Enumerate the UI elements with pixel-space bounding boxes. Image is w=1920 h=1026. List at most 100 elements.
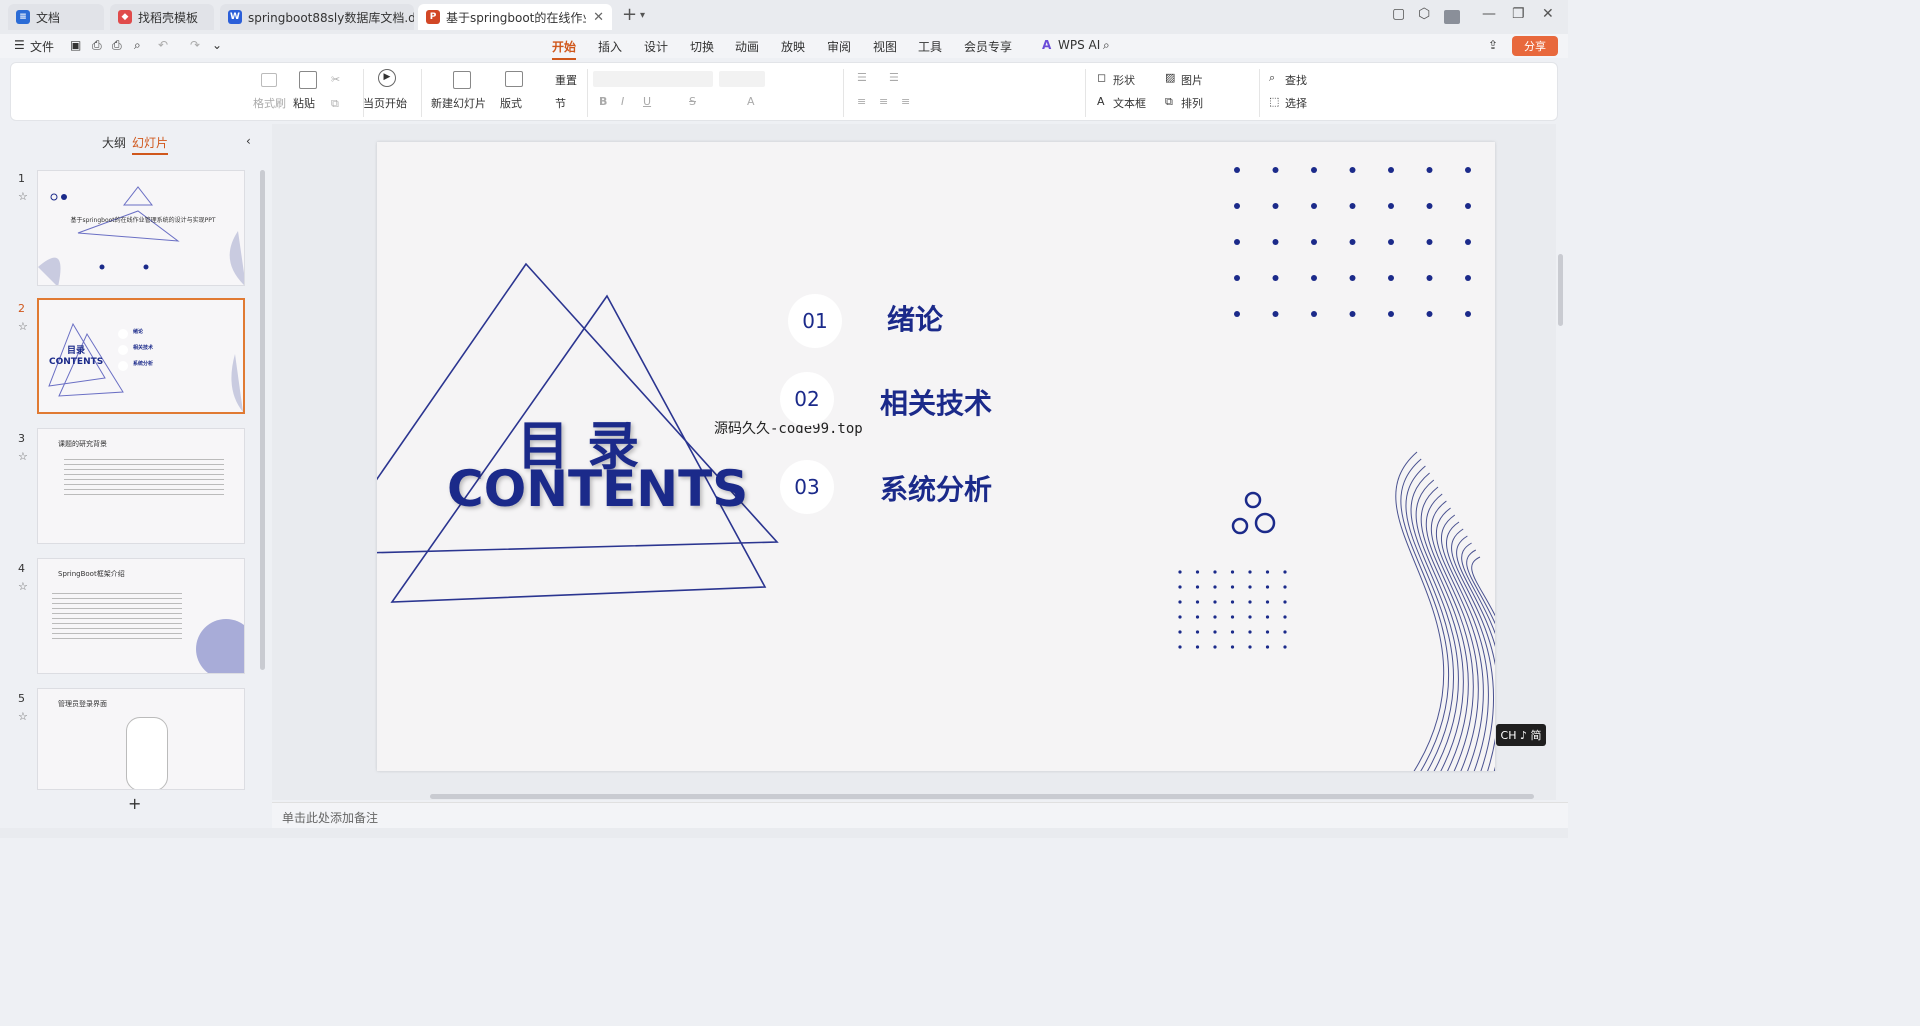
save-icon[interactable]: ▣ [70, 38, 81, 52]
select-button[interactable]: 选择 [1285, 95, 1307, 111]
menu-tab-review[interactable]: 审阅 [827, 38, 851, 55]
star-icon[interactable]: ☆ [18, 320, 28, 333]
grid-dot [1265, 570, 1270, 574]
underline-icon[interactable]: U [643, 95, 651, 108]
menu-tab-transition[interactable]: 切换 [690, 38, 714, 55]
tab-word-doc[interactable]: W springboot88sly数据库文档.doc [220, 4, 414, 30]
slide-thumbnail-5[interactable]: 管理员登录界面 [37, 688, 245, 790]
quick-access-chevron-icon[interactable]: ⌄ [212, 38, 222, 52]
window-layout-icon[interactable]: ▢ [1392, 6, 1405, 22]
star-icon[interactable]: ☆ [18, 450, 28, 463]
slide-thumbnail-3[interactable]: 课题的研究背景 [37, 428, 245, 544]
watermark-text[interactable]: 源码久久-code99.top [714, 418, 863, 438]
tab-ppt[interactable]: P 基于springboot的在线作业... ✕ [418, 4, 612, 30]
tab-list-chevron-icon[interactable]: ▾ [640, 10, 645, 21]
align-left-icon[interactable]: ≡ [857, 95, 866, 108]
paste-icon[interactable] [299, 71, 317, 89]
contents-item-tech[interactable]: 相关技术 [880, 382, 992, 422]
layout-button[interactable]: 版式 [500, 95, 522, 111]
copy-icon[interactable]: ⧉ [331, 97, 339, 111]
tab-docs[interactable]: ≡ 文档 [8, 4, 104, 30]
format-brush-icon[interactable] [261, 73, 277, 87]
new-slide-icon[interactable] [453, 71, 471, 89]
hscroll-bar[interactable] [430, 794, 1534, 799]
font-name-select[interactable] [593, 71, 713, 87]
align-right-icon[interactable]: ≡ [901, 95, 910, 108]
menu-tab-animation[interactable]: 动画 [735, 38, 759, 55]
contents-item-analysis[interactable]: 系统分析 [880, 468, 992, 508]
print-icon[interactable]: ⎙ [112, 38, 122, 53]
textbox-button[interactable]: 文本框 [1113, 95, 1146, 111]
star-icon[interactable]: ☆ [18, 190, 28, 203]
restore-icon[interactable]: ❐ [1512, 6, 1525, 22]
menu-tab-tools[interactable]: 工具 [918, 38, 942, 55]
new-tab-icon[interactable]: + [622, 4, 637, 25]
paste-button[interactable]: 粘贴 [293, 95, 315, 111]
font-size-select[interactable] [719, 71, 765, 87]
ime-indicator[interactable]: CH ♪ 简 [1496, 724, 1546, 746]
section-button[interactable]: 节 [555, 95, 566, 111]
start-from-current-button[interactable]: 当页开始 [363, 95, 407, 111]
numbered-list-icon[interactable]: ☰ [889, 71, 899, 84]
find-button[interactable]: 查找 [1285, 72, 1307, 88]
title-bar: ≡ 文档 ◆ 找稻壳模板 W springboot88sly数据库文档.doc … [0, 0, 1568, 34]
strikethrough-icon[interactable]: S [689, 95, 696, 108]
grid-dot [1311, 311, 1317, 317]
menu-tab-slideshow[interactable]: 放映 [781, 38, 805, 55]
close-tab-icon[interactable]: ✕ [587, 10, 604, 25]
menu-wps-ai[interactable]: WPS AI [1058, 38, 1100, 52]
align-center-icon[interactable]: ≡ [879, 95, 888, 108]
slide-title-en[interactable]: CONTENTS [447, 460, 748, 518]
thumb-body [52, 589, 182, 643]
tab-outline[interactable]: 大纲 [102, 134, 126, 151]
layout-icon[interactable] [505, 71, 523, 87]
panel-scrollbar[interactable] [260, 170, 265, 670]
hamburger-icon[interactable]: ☰ [14, 38, 25, 52]
slide-thumbnail-4[interactable]: SpringBoot框架介绍 [37, 558, 245, 674]
menu-tab-design[interactable]: 设计 [644, 38, 668, 55]
slide-thumbnail-2[interactable]: 目录 CONTENTS 绪论 相关技术 系统分析 [37, 298, 245, 414]
canvas-scrollbar[interactable] [1558, 254, 1563, 326]
redo-icon[interactable]: ↷ [190, 38, 200, 52]
format-brush-button[interactable]: 格式刷 [253, 95, 286, 111]
minimize-icon[interactable]: — [1482, 6, 1496, 22]
collapse-panel-icon[interactable]: ‹ [246, 134, 251, 148]
grid-dot [1349, 203, 1356, 209]
print-preview-icon[interactable]: ⌕ [134, 38, 141, 53]
close-window-icon[interactable]: ✕ [1542, 6, 1554, 22]
add-slide-button[interactable]: + [128, 794, 141, 813]
slide-thumbnail-1[interactable]: 基于springboot的在线作业管理系统的设计与实现PPT [37, 170, 245, 286]
export-icon[interactable]: ⎙ [92, 38, 102, 53]
bold-icon[interactable]: B [599, 95, 607, 108]
cube-icon[interactable]: ⬡ [1418, 6, 1430, 22]
cloud-upload-icon[interactable]: ⇪ [1488, 38, 1498, 52]
menu-tab-member[interactable]: 会员专享 [964, 38, 1012, 55]
menu-tab-home[interactable]: 开始 [552, 38, 577, 60]
tab-daoke-templates[interactable]: ◆ 找稻壳模板 [110, 4, 214, 30]
picture-button[interactable]: 图片 [1181, 72, 1203, 88]
cut-icon[interactable]: ✂ [331, 73, 340, 86]
new-slide-button[interactable]: 新建幻灯片 [431, 95, 486, 111]
star-icon[interactable]: ☆ [18, 710, 28, 723]
bullet-list-icon[interactable]: ☰ [857, 71, 867, 84]
grid-dot [1248, 645, 1252, 649]
current-slide[interactable]: 目 录 CONTENTS 源码久久-code99.top 01 绪论 02 相关… [377, 142, 1495, 771]
arrange-button[interactable]: 排列 [1181, 95, 1203, 111]
contents-item-intro[interactable]: 绪论 [887, 298, 943, 338]
share-button[interactable]: 分享 [1512, 36, 1558, 56]
tab-label: springboot88sly数据库文档.doc [248, 10, 414, 25]
menu-tab-insert[interactable]: 插入 [598, 38, 622, 55]
italic-icon[interactable]: I [621, 95, 624, 108]
avatar[interactable] [1444, 10, 1460, 24]
undo-icon[interactable]: ↶ [158, 38, 168, 52]
menu-tab-view[interactable]: 视图 [873, 38, 897, 55]
menu-file[interactable]: 文件 [30, 38, 54, 55]
play-icon[interactable]: ▶ [378, 69, 396, 87]
shape-button[interactable]: 形状 [1113, 72, 1135, 88]
reset-button[interactable]: 重置 [555, 72, 577, 88]
font-color-icon[interactable]: A [747, 95, 755, 108]
notes-area[interactable]: 单击此处添加备注 [272, 802, 1568, 828]
tab-slides[interactable]: 幻灯片 [132, 134, 169, 155]
search-icon[interactable]: ⌕ [1103, 38, 1110, 53]
star-icon[interactable]: ☆ [18, 580, 28, 593]
